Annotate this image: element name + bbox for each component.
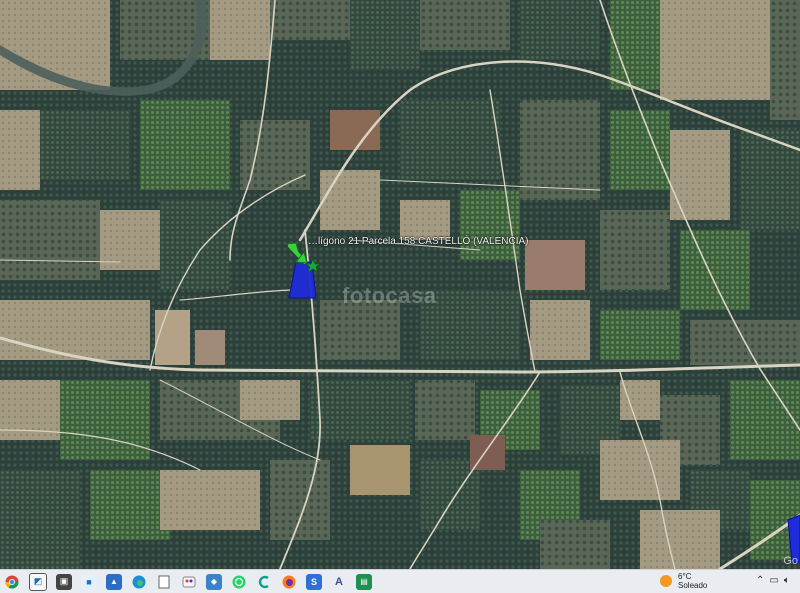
system-tray: ⌃ ▭ 🔈︎ — [756, 575, 790, 586]
weather-widget[interactable]: 6°C Soleado — [660, 572, 707, 590]
acrobat-icon[interactable]: A — [331, 574, 347, 590]
network-icon[interactable]: ▭ — [769, 575, 778, 586]
chrome-icon[interactable] — [4, 574, 20, 590]
sun-icon — [660, 575, 672, 587]
edge-icon[interactable] — [131, 574, 147, 590]
photo-icon[interactable]: ◆ — [206, 573, 222, 590]
photo-icon[interactable]: ■ — [81, 573, 97, 590]
weather-condition: Soleado — [678, 581, 708, 590]
satellite-map[interactable]: …lígono 21 Parcela 158 CASTELLÓ (VALENCI… — [0, 0, 800, 569]
spreadsheet-icon[interactable]: ▤ — [356, 573, 372, 590]
parcel-label: …lígono 21 Parcela 158 CASTELLÓ (VALENCI… — [308, 236, 529, 247]
explorer-window-icon[interactable]: ◩ — [29, 572, 47, 591]
chevron-up-icon[interactable]: ⌃ — [756, 575, 764, 586]
firefox-icon[interactable] — [281, 574, 297, 590]
file-icon[interactable] — [156, 574, 172, 590]
map-provider-logo: Go — [783, 555, 798, 567]
taskbar: ◩ ▣ ■ ▲ ◆ S A ▤ 6°C Soleado ⌃ ▭ 🔈︎ — [0, 569, 800, 593]
app-c-icon[interactable] — [256, 574, 272, 590]
watermark: fotocasa — [342, 283, 437, 308]
volume-icon[interactable]: 🔈︎ — [784, 575, 790, 586]
photo-icon[interactable]: ▲ — [106, 573, 122, 590]
store-icon[interactable]: S — [306, 573, 322, 590]
snip-icon[interactable]: ▣ — [56, 573, 72, 590]
whatsapp-icon[interactable] — [231, 574, 247, 590]
paint-icon[interactable] — [181, 574, 197, 590]
weather-temp: 6°C — [678, 572, 692, 581]
